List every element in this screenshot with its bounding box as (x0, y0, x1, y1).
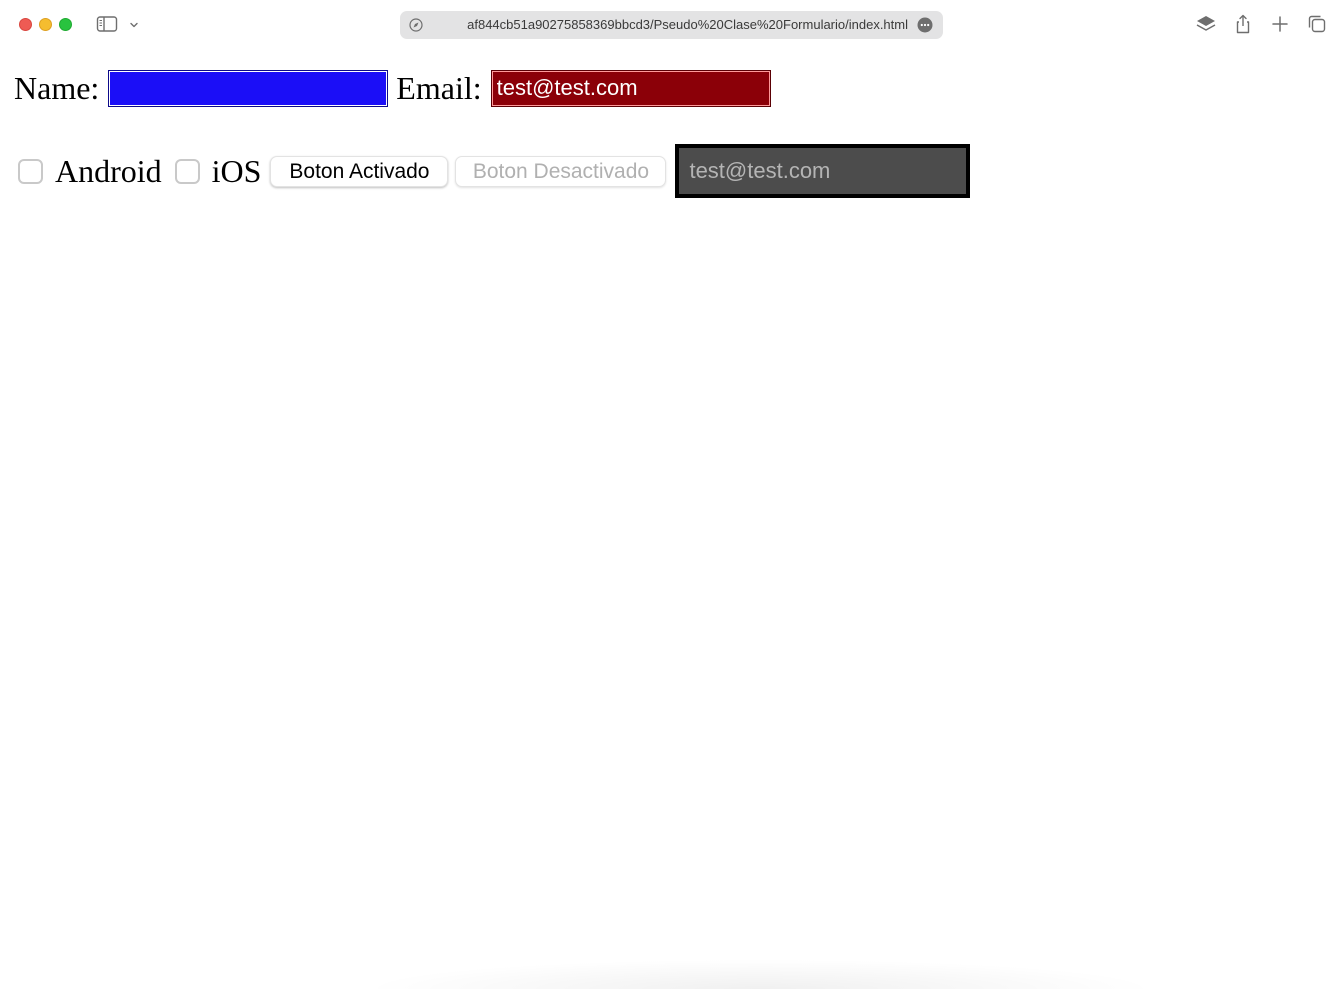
name-input[interactable] (108, 69, 389, 107)
android-checkbox[interactable] (18, 158, 43, 184)
ios-checkbox[interactable] (174, 158, 200, 184)
browser-toolbar: af844cb51a90275858369bbcd3/Pseudo%20Clas… (0, 0, 1337, 50)
zoom-window-button[interactable] (59, 18, 72, 31)
name-label: Name: (14, 69, 100, 106)
email-label: Email: (396, 69, 482, 106)
page-content: Name: Email: Android iOS Boton Activado … (0, 50, 1337, 989)
more-icon[interactable] (917, 17, 933, 33)
tabs-overview-icon[interactable] (1306, 13, 1328, 35)
form-row-contact: Name: Email: (14, 68, 771, 108)
compass-icon (409, 18, 423, 32)
browser-window: af844cb51a90275858369bbcd3/Pseudo%20Clas… (0, 0, 1337, 989)
minimize-window-button[interactable] (39, 18, 52, 31)
disabled-button: Boton Desactivado (455, 155, 667, 187)
form-row-options: Android iOS Boton Activado Boton Desacti… (14, 144, 971, 198)
address-bar[interactable]: af844cb51a90275858369bbcd3/Pseudo%20Clas… (400, 11, 943, 39)
chevron-down-icon[interactable] (128, 18, 140, 30)
dark-email-input[interactable]: test@test.com (675, 144, 971, 198)
plus-icon[interactable] (1269, 13, 1291, 35)
ios-label: iOS (211, 152, 262, 189)
close-window-button[interactable] (19, 18, 32, 31)
email-input[interactable] (490, 69, 771, 107)
sidebar-icon[interactable] (96, 15, 118, 33)
layers-icon[interactable] (1195, 13, 1217, 35)
active-button[interactable]: Boton Activado (270, 155, 449, 187)
android-label: Android (55, 152, 162, 189)
url-text[interactable]: af844cb51a90275858369bbcd3/Pseudo%20Clas… (430, 11, 908, 39)
share-icon[interactable] (1232, 13, 1254, 35)
page-bottom-shadow (360, 959, 1160, 989)
